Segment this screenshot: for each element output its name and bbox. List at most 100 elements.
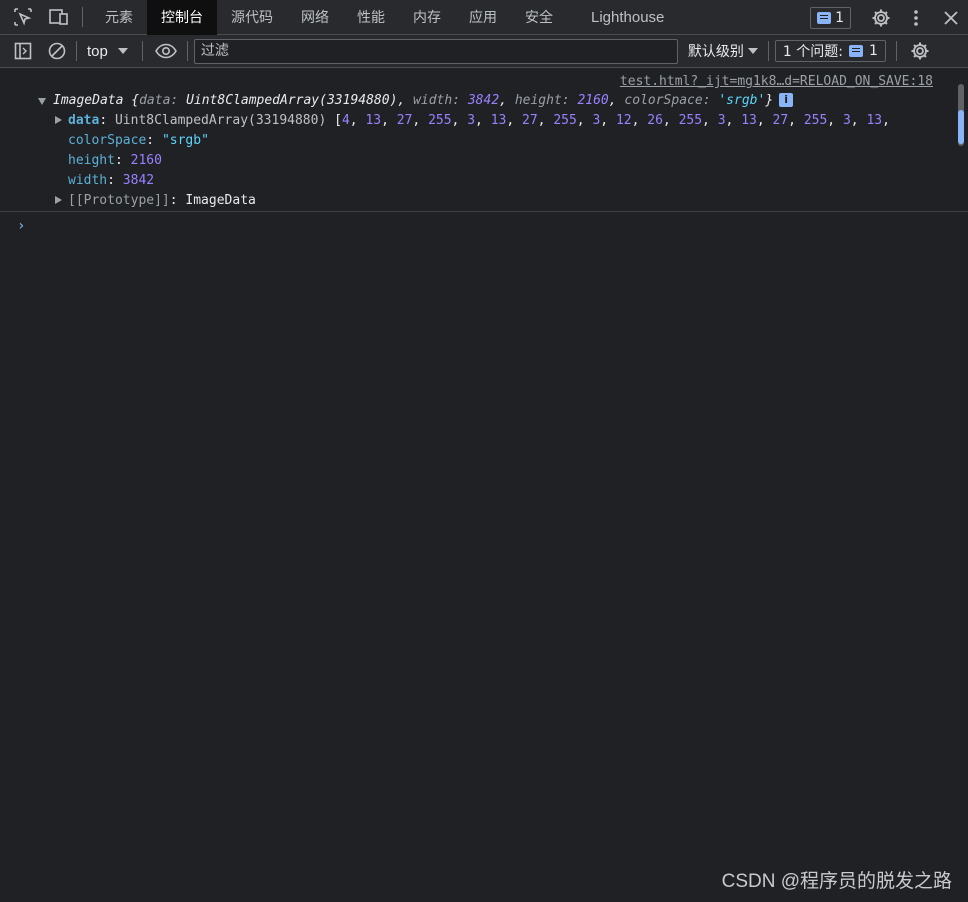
filter-input[interactable] xyxy=(193,38,678,64)
close-icon[interactable] xyxy=(933,0,968,35)
summary-width-val: 3842 xyxy=(467,93,500,108)
summary-height-val: 2160 xyxy=(577,93,609,108)
chevron-down-icon xyxy=(117,48,128,54)
prop-prototype[interactable]: [[Prototype]]: ImageData xyxy=(68,191,256,211)
array-value: 3 xyxy=(467,113,476,128)
source-link[interactable]: test.html?_ijt=mg1k8…d=RELOAD_ON_SAVE:18 xyxy=(620,74,933,89)
context-selector[interactable]: top xyxy=(79,43,136,60)
summary-comma: , xyxy=(608,93,625,108)
devtools-tabbar: 元素 控制台 源代码 网络 性能 内存 应用 安全 Lighthouse 1 xyxy=(0,0,968,35)
console-output: test.html?_ijt=mg1k8…d=RELOAD_ON_SAVE:18… xyxy=(0,69,968,902)
log-levels-label: 默认级别 xyxy=(687,44,744,60)
console-toolbar: top 默认级别 1 个问题: 1 xyxy=(0,35,968,68)
summary-comma: , xyxy=(397,93,414,108)
array-separator: , xyxy=(475,113,491,128)
array-value: 4 xyxy=(341,113,350,128)
array-value: 12 xyxy=(615,113,632,128)
prop-width: width: 3842 xyxy=(68,171,154,191)
toolbar-divider xyxy=(76,41,77,61)
summary-colon: : xyxy=(452,93,468,108)
log-entry: test.html?_ijt=mg1k8…d=RELOAD_ON_SAVE:18… xyxy=(0,69,968,212)
info-icon[interactable]: i xyxy=(779,93,794,107)
array-separator: , xyxy=(349,113,366,128)
array-separator: , xyxy=(412,113,429,128)
array-separator: , xyxy=(451,113,468,128)
array-value: 255 xyxy=(803,113,828,128)
prop-colon: : xyxy=(107,173,123,188)
summary-data-val: Uint8ClampedArray(33194880) xyxy=(186,93,398,108)
summary-comma: , xyxy=(499,93,515,108)
issues-count: 1 xyxy=(868,43,878,59)
object-class: ImageData xyxy=(53,93,124,108)
array-value: 255 xyxy=(553,113,577,128)
toolbar-divider xyxy=(82,7,83,27)
message-icon xyxy=(848,45,863,57)
array-separator: , xyxy=(702,113,718,128)
eye-icon[interactable] xyxy=(149,35,183,68)
array-separator: , xyxy=(662,113,679,128)
array-separator: , xyxy=(576,113,593,128)
settings-icon[interactable] xyxy=(863,0,898,35)
console-prompt-icon[interactable]: › xyxy=(17,218,25,234)
summary-colon: : xyxy=(702,93,719,108)
expand-triangle-icon[interactable] xyxy=(38,98,46,105)
expand-triangle-icon[interactable] xyxy=(55,116,62,124)
prop-colorspace-val: "srgb" xyxy=(161,133,209,148)
array-separator: , xyxy=(756,113,773,128)
array-value: 3 xyxy=(842,113,851,128)
expand-triangle-icon[interactable] xyxy=(55,196,62,204)
summary-colon: : xyxy=(170,93,187,108)
array-value: 13 xyxy=(490,113,507,128)
scrollbar-thumb[interactable] xyxy=(958,110,964,144)
chevron-down-icon xyxy=(747,48,758,54)
prop-proto-val: ImageData xyxy=(185,193,256,208)
prop-width-val: 3842 xyxy=(122,173,155,188)
summary-width-key: width xyxy=(413,93,453,108)
prop-data-values: 4, 13, 27, 255, 3, 13, 27, 255, 3, 12, 2… xyxy=(342,113,890,128)
tab-console[interactable]: 控制台 xyxy=(147,0,217,35)
tab-security[interactable]: 安全 xyxy=(511,0,567,35)
inspect-element-icon[interactable] xyxy=(8,0,38,35)
tab-elements[interactable]: 元素 xyxy=(91,0,147,35)
prop-proto-key: [[Prototype]] xyxy=(68,193,170,208)
array-separator: , xyxy=(506,113,522,128)
tab-memory[interactable]: 内存 xyxy=(399,0,455,35)
prop-data-key: data xyxy=(68,113,100,128)
device-toolbar-icon[interactable] xyxy=(44,0,74,35)
issues-button[interactable]: 1 个问题: 1 xyxy=(774,40,886,62)
array-value: 13 xyxy=(365,113,382,128)
prop-colon: : xyxy=(146,133,162,148)
issues-label: 1 个问题: xyxy=(782,44,843,60)
array-separator: , xyxy=(537,113,554,128)
array-separator: , xyxy=(882,113,890,128)
summary-brace-close: } xyxy=(765,93,774,108)
summary-cs-val: 'srgb' xyxy=(718,93,766,108)
array-value: 27 xyxy=(522,113,538,128)
array-value: 26 xyxy=(647,113,663,128)
summary-height-key: height xyxy=(514,93,562,108)
context-label: top xyxy=(87,42,108,60)
prop-data[interactable]: data: Uint8ClampedArray(33194880) [4, 13… xyxy=(68,111,890,131)
sidebar-toggle-icon[interactable] xyxy=(6,35,40,68)
array-separator: , xyxy=(788,113,804,128)
tab-sources[interactable]: 源代码 xyxy=(217,0,287,35)
tab-application[interactable]: 应用 xyxy=(455,0,511,35)
array-value: 255 xyxy=(678,113,703,128)
messages-counter[interactable]: 1 xyxy=(810,6,851,29)
array-value: 255 xyxy=(428,113,452,128)
tabbar-right-actions: 1 xyxy=(810,0,968,35)
more-vertical-icon[interactable] xyxy=(898,0,933,35)
clear-console-icon[interactable] xyxy=(40,35,74,68)
array-separator: , xyxy=(381,113,397,128)
toolbar-divider xyxy=(767,41,769,61)
log-levels-dropdown[interactable]: 默认级别 xyxy=(678,41,768,61)
console-settings-icon[interactable] xyxy=(903,35,937,68)
array-value: 27 xyxy=(772,113,789,128)
tab-network[interactable]: 网络 xyxy=(287,0,343,35)
prop-height-key: height xyxy=(68,153,115,168)
array-separator: , xyxy=(850,113,867,128)
object-summary[interactable]: ImageData {data: Uint8ClampedArray(33194… xyxy=(53,91,794,111)
prop-colon: : xyxy=(169,193,186,208)
tab-lighthouse[interactable]: Lighthouse xyxy=(567,0,692,35)
tab-performance[interactable]: 性能 xyxy=(343,0,399,35)
